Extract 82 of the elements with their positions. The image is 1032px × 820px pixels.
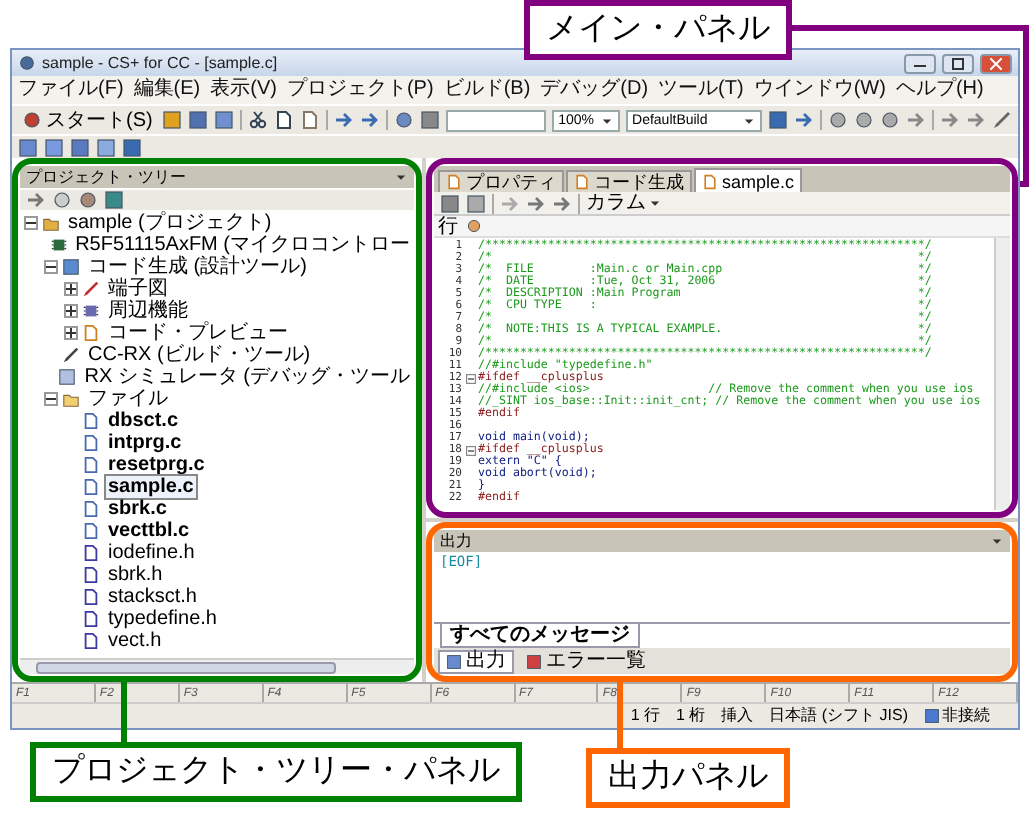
callout-label: メイン・パネル [524, 0, 792, 60]
panel-tab[interactable]: 出力 [438, 649, 514, 673]
menu-item[interactable]: ビルド(B) [443, 78, 531, 102]
expand-toggle[interactable] [64, 282, 78, 296]
editor-tab[interactable]: コード生成 [566, 170, 692, 192]
close-button[interactable] [980, 53, 1012, 73]
tree-item[interactable]: stacksct.h [104, 584, 201, 610]
tree-item[interactable]: typedefine.h [104, 606, 221, 632]
cut-icon[interactable] [248, 110, 269, 130]
app-icon [18, 54, 36, 72]
maximize-icon [952, 57, 964, 69]
tree-item[interactable]: R5F51115AxFM (マイクロコントロー [71, 232, 414, 258]
menu-item[interactable]: 編集(E) [133, 78, 201, 102]
tree-item[interactable]: vecttbl.c [104, 518, 194, 544]
vertical-scrollbar[interactable] [994, 238, 1010, 510]
caret-icon [648, 196, 662, 210]
editor-tab[interactable]: プロパティ [438, 170, 564, 192]
paste-icon[interactable] [300, 110, 321, 130]
close-icon[interactable] [394, 170, 408, 184]
chip-icon [49, 236, 68, 254]
message-tab[interactable]: すべてのメッセージ [440, 624, 640, 648]
panel-title: プロジェクト・ツリー [26, 167, 186, 187]
menu-item[interactable]: ファイル(F) [18, 78, 124, 102]
tree-item[interactable]: RX シミュレータ (デバッグ・ツール [80, 364, 414, 390]
minimize-button[interactable] [904, 53, 936, 73]
menu-item[interactable]: ツール(T) [658, 78, 744, 102]
search-field[interactable] [445, 109, 547, 131]
menu-item[interactable]: デバッグ(D) [540, 78, 649, 102]
tree-item[interactable]: intprg.c [104, 430, 186, 456]
tree-item[interactable]: iodefine.h [104, 540, 199, 566]
tree-item[interactable]: resetprg.c [104, 452, 209, 478]
tree-item[interactable]: sbrk.h [104, 562, 167, 588]
tree-item[interactable]: CC-RX (ビルド・ツール) [84, 342, 315, 368]
menu-item[interactable]: ヘルプ(H) [895, 78, 984, 102]
status-text: 1 行 [630, 706, 660, 726]
maximize-button[interactable] [942, 53, 974, 73]
peripheral-icon [82, 302, 100, 320]
callout-label: 出力パネル [586, 748, 790, 808]
tree-item[interactable]: vect.h [104, 628, 166, 654]
tree-item[interactable]: 端子図 [104, 276, 172, 302]
tree-item[interactable]: sbrk.c [104, 496, 171, 522]
collapse-toggle[interactable] [44, 260, 58, 274]
fold-toggle[interactable] [465, 445, 475, 455]
status-text: 1 桁 [675, 706, 706, 726]
tree-item[interactable]: 周辺機能 [104, 298, 192, 324]
menu-item[interactable]: 表示(V) [210, 78, 277, 102]
tree-item[interactable]: sample (プロジェクト) [64, 210, 276, 236]
redo-icon[interactable] [360, 110, 380, 130]
leader-line [617, 678, 623, 748]
window-title: sample - CS+ for CC - [sample.c] [42, 54, 278, 72]
status-text: 挿入 [721, 706, 754, 726]
close-icon [990, 57, 1002, 69]
menu-item[interactable]: プロジェクト(P) [286, 78, 434, 102]
tree-item[interactable]: コード生成 (設計ツール) [84, 254, 311, 280]
collapse-toggle[interactable] [44, 392, 58, 406]
collapse-toggle[interactable] [24, 216, 38, 230]
close-icon[interactable] [990, 534, 1004, 548]
tree-item[interactable]: dbsct.c [104, 408, 183, 434]
tree-item[interactable]: コード・プレビュー [104, 320, 292, 346]
column-menu[interactable]: カラム [586, 192, 662, 214]
editor-tab[interactable]: sample.c [694, 168, 803, 192]
panel-title: 出力 [440, 531, 472, 551]
expand-toggle[interactable] [64, 304, 78, 318]
start-button[interactable]: スタート(S) [18, 109, 157, 131]
leader-line [121, 678, 127, 742]
horizontal-scrollbar[interactable] [20, 658, 414, 674]
minimize-icon [914, 59, 926, 67]
document-icon [82, 324, 100, 342]
project-icon [42, 214, 60, 232]
callout-label: プロジェクト・ツリー・パネル [30, 742, 522, 802]
tree-item[interactable]: ファイル [84, 386, 172, 412]
status-text: 非接続 [942, 706, 990, 726]
menu-item[interactable]: ウインドウ(W) [753, 78, 886, 102]
gutter-header: 行 [438, 215, 458, 237]
fold-toggle[interactable] [465, 373, 475, 383]
download-icon[interactable] [794, 110, 815, 130]
status-text: 日本語 (シフト JIS) [769, 706, 908, 726]
expand-toggle[interactable] [64, 326, 78, 340]
folder-icon [62, 390, 80, 408]
redo-icon[interactable] [552, 193, 572, 213]
copy-icon[interactable] [274, 110, 295, 130]
tree-item[interactable]: sample.c [104, 474, 198, 500]
